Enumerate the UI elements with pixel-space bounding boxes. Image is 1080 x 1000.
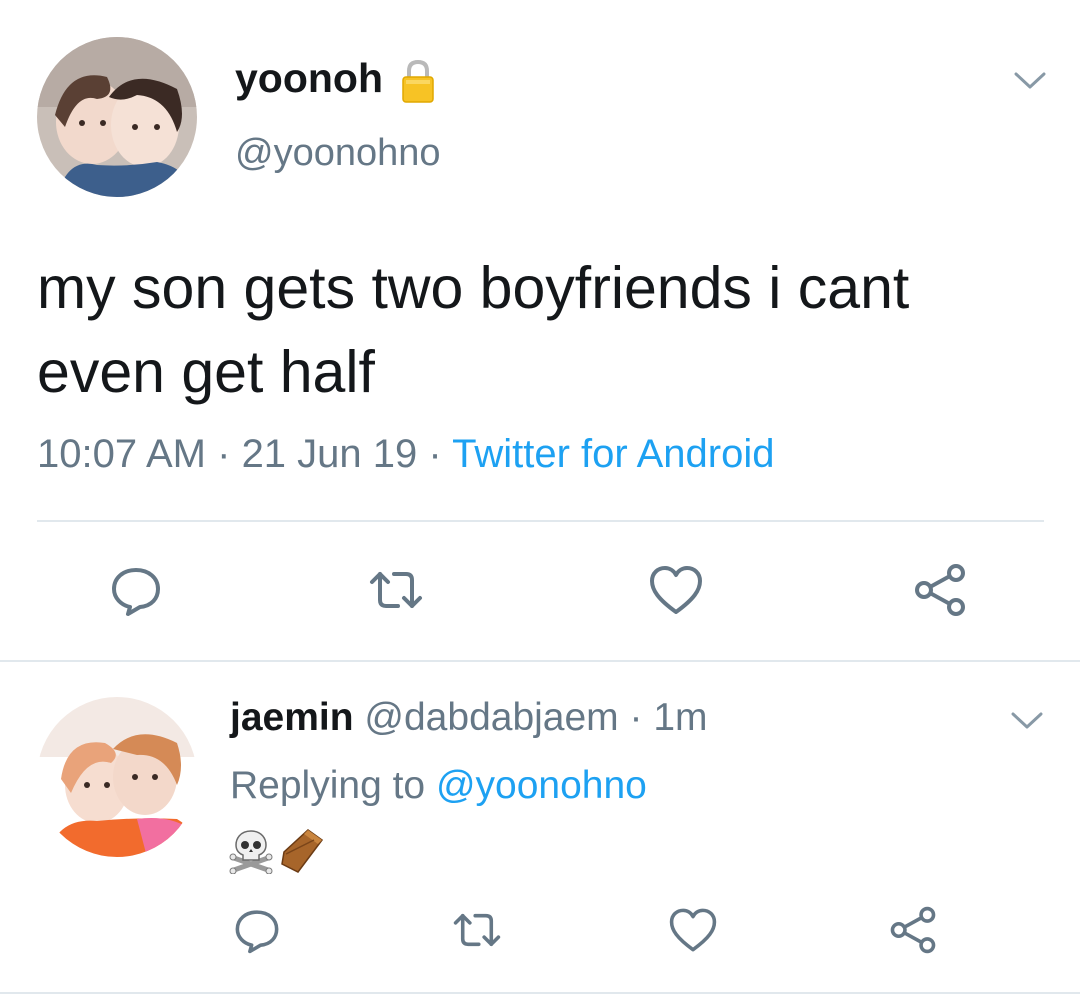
chevron-down-icon[interactable] bbox=[1010, 710, 1044, 732]
reply-display-name[interactable]: jaemin bbox=[230, 696, 354, 739]
tweet-time[interactable]: 10:07 AM bbox=[37, 432, 206, 476]
meta-separator: · bbox=[618, 696, 654, 739]
author-avatar[interactable] bbox=[37, 37, 197, 197]
avatar-photo bbox=[37, 37, 197, 197]
reply-text bbox=[228, 828, 324, 874]
avatar-photo bbox=[37, 697, 197, 857]
tweet-date[interactable]: 21 Jun 19 bbox=[242, 432, 418, 476]
reply-time[interactable]: 1m bbox=[653, 696, 707, 739]
lock-icon bbox=[400, 58, 436, 104]
meta-separator: · bbox=[206, 432, 242, 476]
reply-icon[interactable] bbox=[108, 562, 164, 618]
like-icon[interactable] bbox=[648, 562, 704, 618]
tweet-text: my son gets two boyfriends i cant even g… bbox=[37, 255, 910, 405]
replying-to-handle-link[interactable]: @yoonohno bbox=[436, 764, 647, 807]
reply-author-avatar[interactable] bbox=[37, 697, 197, 857]
coffin-emoji bbox=[281, 829, 324, 873]
tweet-metadata: 10:07 AM · 21 Jun 19 · Twitter for Andro… bbox=[37, 432, 774, 477]
retweet-icon[interactable] bbox=[452, 905, 502, 955]
retweet-icon[interactable] bbox=[368, 562, 424, 618]
like-icon[interactable] bbox=[668, 905, 718, 955]
reply-header: jaemin @dabdabjaem · 1m bbox=[230, 696, 708, 740]
share-icon[interactable] bbox=[888, 905, 938, 955]
replying-to-label: Replying to bbox=[230, 764, 436, 807]
author-handle[interactable]: @yoonohno bbox=[235, 132, 441, 175]
chevron-down-icon[interactable] bbox=[1013, 70, 1047, 92]
meta-separator: · bbox=[417, 432, 453, 476]
reply-icon[interactable] bbox=[232, 905, 282, 955]
reply-handle[interactable]: @dabdabjaem bbox=[364, 696, 618, 739]
author-display-name[interactable]: yoonoh bbox=[235, 55, 383, 102]
divider bbox=[0, 992, 1080, 994]
share-icon[interactable] bbox=[912, 562, 968, 618]
divider bbox=[0, 660, 1080, 662]
skull-and-crossbones-emoji bbox=[229, 830, 273, 874]
divider bbox=[37, 520, 1044, 522]
replying-to-line: Replying to @yoonohno bbox=[230, 764, 647, 808]
tweet-source-link[interactable]: Twitter for Android bbox=[452, 432, 774, 476]
